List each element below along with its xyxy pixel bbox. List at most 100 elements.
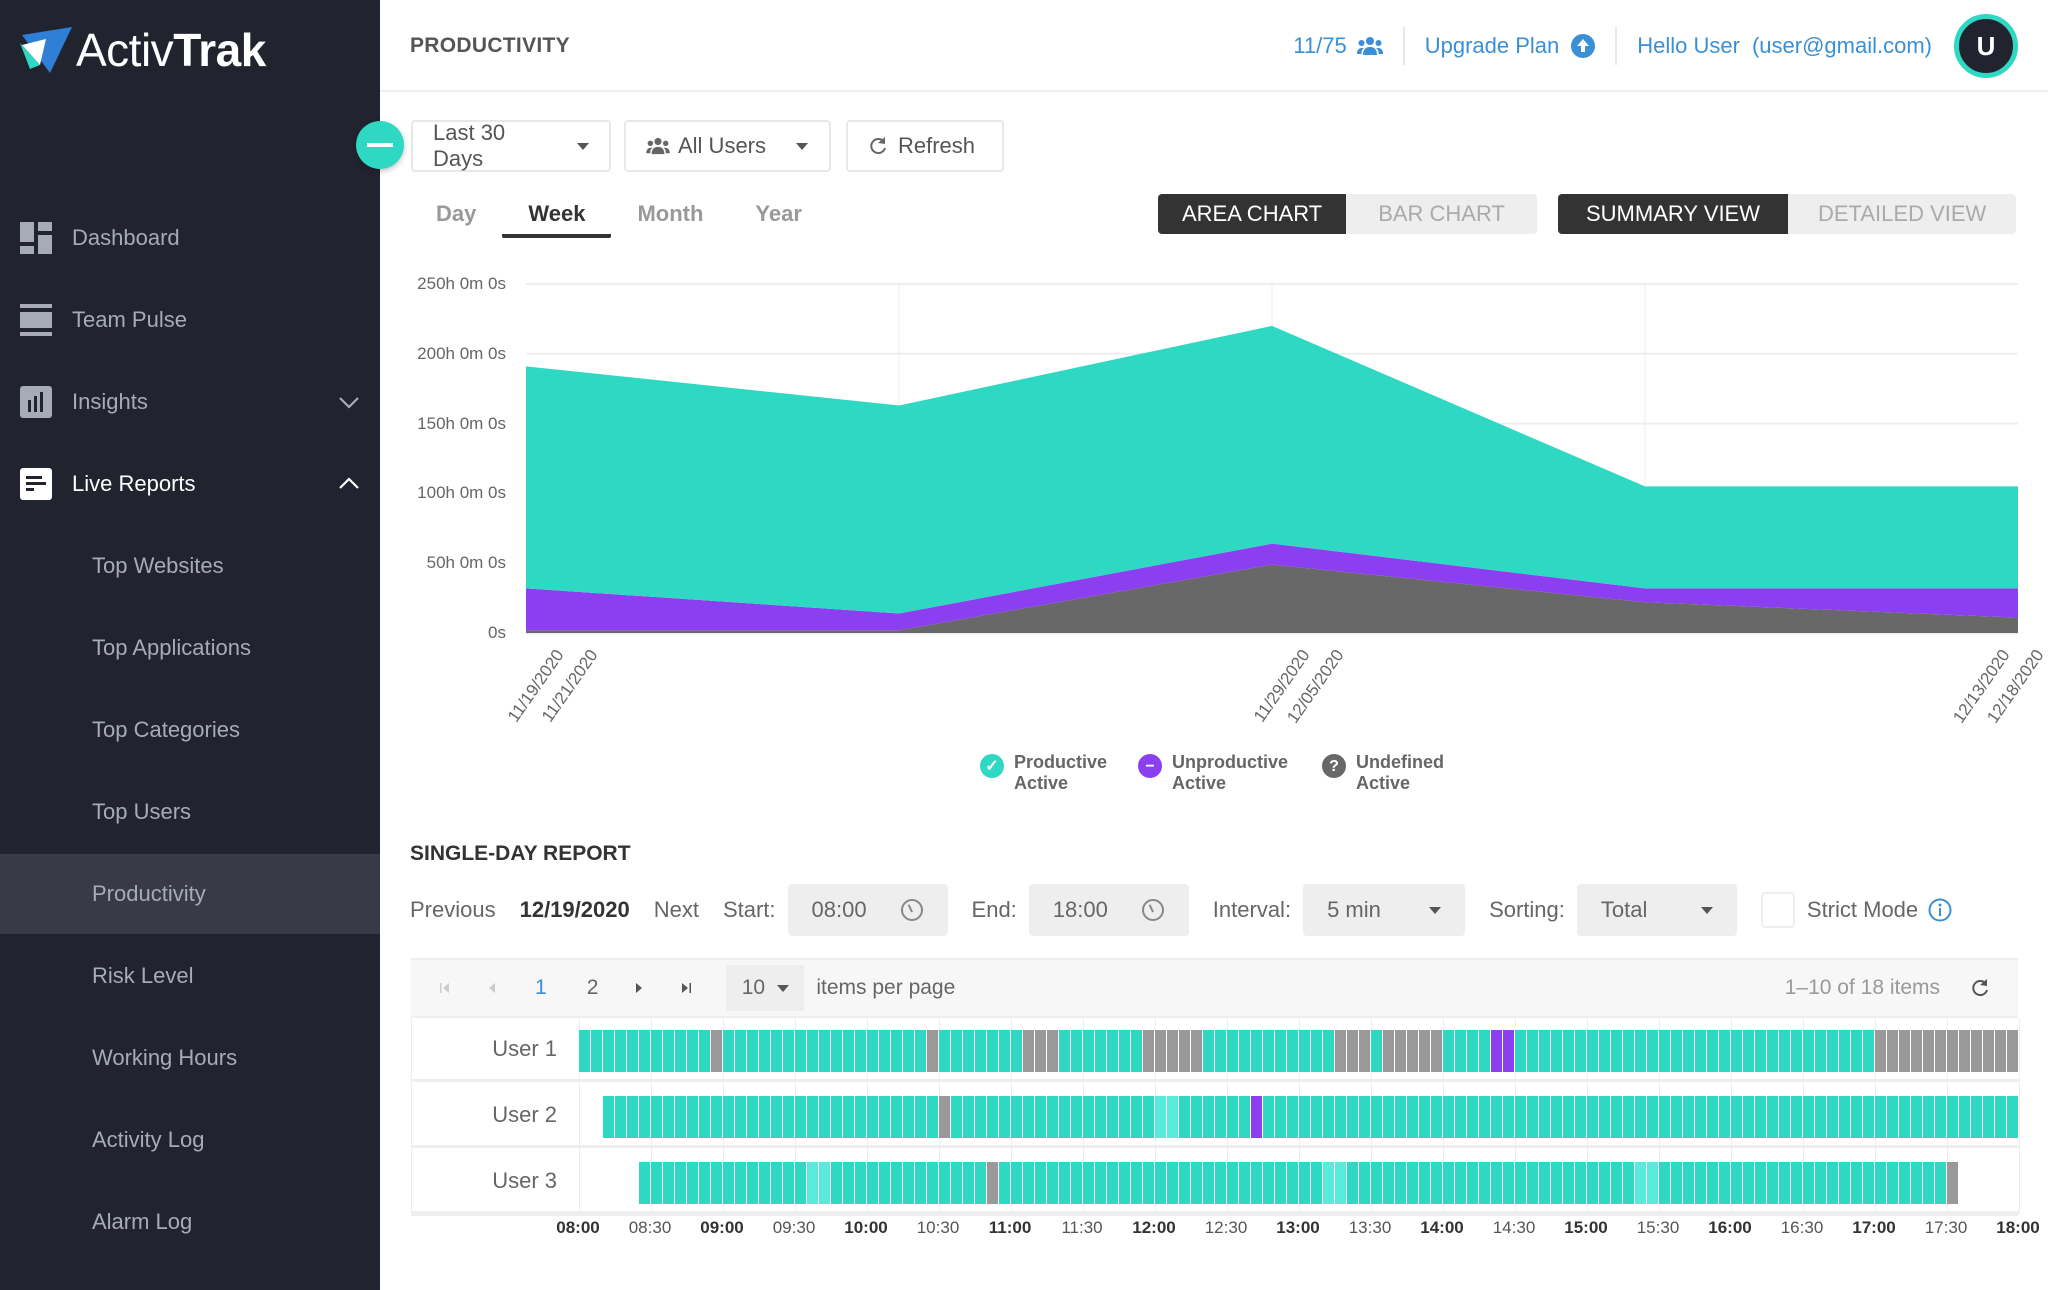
time-tick-label: 16:00 [1708, 1218, 1752, 1237]
activity-bar-undefined[interactable] [1143, 1030, 1203, 1072]
activity-bar-productive[interactable] [639, 1162, 807, 1204]
user-name[interactable]: User 3 [412, 1168, 557, 1194]
legend-label: Unproductive [1172, 752, 1289, 772]
activity-bar-productive[interactable] [939, 1030, 1023, 1072]
activity-bar-undefined[interactable] [927, 1030, 939, 1072]
activity-bar-undefined[interactable] [1023, 1030, 1059, 1072]
minus-circle-icon: − [1138, 754, 1162, 778]
activity-bar-undefined[interactable] [711, 1030, 723, 1072]
interval-value: 5 min [1327, 897, 1381, 922]
time-tick-label: 12:30 [1204, 1218, 1248, 1237]
activity-bar-undefined[interactable] [1335, 1030, 1371, 1072]
first-page-icon[interactable] [439, 981, 451, 995]
legend-item-undefined[interactable]: ? Undefined Active [1322, 752, 1444, 794]
page-1-link[interactable]: 1 [535, 976, 547, 1000]
end-time-input[interactable]: 18:00 [1028, 884, 1189, 936]
time-tick-label: 14:30 [1492, 1218, 1536, 1237]
activity-bar-productive-light[interactable] [807, 1162, 831, 1204]
activity-bar-productive[interactable] [1347, 1162, 1635, 1204]
activity-bar-productive[interactable] [1203, 1030, 1335, 1072]
legend-label: Active [1172, 773, 1227, 793]
activity-bar-productive[interactable] [951, 1096, 1155, 1138]
timeline-grid: User 1 User 2 User 3 [411, 1018, 2020, 1216]
time-tick-label: 11:30 [1061, 1218, 1103, 1237]
activity-bar-productive[interactable] [1443, 1030, 1491, 1072]
time-tick-label: 11:00 [988, 1218, 1032, 1237]
sidebar-item-label: Top Users [92, 799, 192, 824]
activity-bar-unproductive[interactable] [1251, 1096, 1263, 1138]
start-time-input[interactable]: 08:00 [787, 884, 948, 936]
previous-day-link[interactable]: Previous [410, 897, 496, 923]
y-tick-label: 150h 0m 0s [417, 413, 506, 433]
clock-icon [900, 899, 923, 921]
activity-bar-productive[interactable] [1659, 1162, 1947, 1204]
sidebar-item-top-categories[interactable]: Top Categories [0, 690, 380, 770]
activity-bar-productive[interactable] [999, 1162, 1323, 1204]
sorting-dropdown[interactable]: Total [1576, 884, 1737, 936]
time-tick-label: 14:00 [1420, 1218, 1464, 1237]
activity-bar-productive-light[interactable] [1635, 1162, 1659, 1204]
start-label: Start: [722, 897, 776, 922]
sidebar-item-label: Productivity [92, 881, 206, 906]
activity-bar-productive[interactable] [1263, 1096, 2019, 1138]
sidebar-item-label: Alarm Log [92, 1209, 193, 1234]
y-tick-label: 0s [488, 623, 506, 642]
interval-label: Interval: [1212, 897, 1292, 922]
table-row: User 1 [412, 1018, 2019, 1082]
page-2-link[interactable]: 2 [587, 976, 599, 1000]
activity-bar-productive-light[interactable] [1155, 1096, 1179, 1138]
activity-bar-undefined[interactable] [1383, 1030, 1443, 1072]
activity-bar-undefined[interactable] [1947, 1162, 1959, 1204]
pagination-bar: 1 2 10 items per page 1–10 of 18 items [411, 958, 2018, 1018]
sidebar-item-risk-level[interactable]: Risk Level [0, 936, 380, 1016]
time-tick-label: 17:00 [1852, 1218, 1896, 1237]
y-tick-label: 200h 0m 0s [417, 343, 506, 363]
activity-bar-productive[interactable] [1059, 1030, 1143, 1072]
user-name[interactable]: User 2 [412, 1102, 557, 1128]
activity-bar-productive[interactable] [1371, 1030, 1383, 1072]
next-day-link[interactable]: Next [654, 897, 699, 923]
strict-mode-checkbox[interactable] [1760, 892, 1795, 928]
activity-bar-productive[interactable] [1179, 1096, 1251, 1138]
activity-bar-unproductive[interactable] [1491, 1030, 1515, 1072]
end-time-value: 18:00 [1052, 897, 1108, 922]
sidebar-item-productivity[interactable]: Productivity [0, 854, 380, 934]
y-tick-label: 100h 0m 0s [417, 483, 506, 503]
previous-page-icon[interactable] [487, 981, 497, 995]
sidebar-item-alarm-log[interactable]: Alarm Log [0, 1182, 380, 1262]
strict-mode-label[interactable]: Strict Mode [1807, 897, 1918, 923]
legend-label: Productive [1014, 752, 1108, 772]
table-row: User 3 [412, 1150, 2019, 1214]
next-page-icon[interactable] [634, 981, 644, 995]
info-icon[interactable] [1928, 898, 1952, 922]
sidebar-item-label: Activity Log [92, 1127, 205, 1152]
activity-bar-productive-light[interactable] [1323, 1162, 1347, 1204]
activity-bar-undefined[interactable] [939, 1096, 951, 1138]
user-name[interactable]: User 1 [412, 1036, 557, 1062]
legend-label: Active [1356, 773, 1411, 793]
legend-item-productive[interactable]: ✓ Productive Active [980, 752, 1107, 794]
items-per-page-label: items per page [816, 976, 956, 999]
activity-bar-productive[interactable] [579, 1030, 711, 1072]
activity-bar-productive[interactable] [831, 1162, 987, 1204]
activity-bar-productive[interactable] [723, 1030, 927, 1072]
activity-bar-undefined[interactable] [1875, 1030, 2019, 1072]
start-time-value: 08:00 [811, 897, 867, 922]
time-tick-label: 08:00 [556, 1218, 600, 1237]
interval-dropdown[interactable]: 5 min [1303, 884, 1466, 936]
single-day-report-title: SINGLE-DAY REPORT [410, 842, 631, 865]
question-circle-icon: ? [1322, 754, 1346, 778]
reload-icon[interactable] [1970, 978, 1990, 998]
check-circle-icon: ✓ [980, 754, 1004, 778]
activity-bar-undefined[interactable] [987, 1162, 999, 1204]
caret-down-icon [1429, 906, 1442, 914]
time-tick-label: 12:00 [1132, 1218, 1176, 1237]
sidebar-item-working-hours[interactable]: Working Hours [0, 1018, 380, 1098]
activity-bar-productive[interactable] [603, 1096, 939, 1138]
activity-bar-productive[interactable] [1515, 1030, 1875, 1072]
page-size-dropdown[interactable]: 10 [726, 965, 805, 1011]
sidebar-item-activity-log[interactable]: Activity Log [0, 1100, 380, 1180]
last-page-icon[interactable] [680, 981, 692, 995]
sidebar-item-top-users[interactable]: Top Users [0, 772, 380, 852]
legend-item-unproductive[interactable]: − Unproductive Active [1138, 752, 1288, 794]
